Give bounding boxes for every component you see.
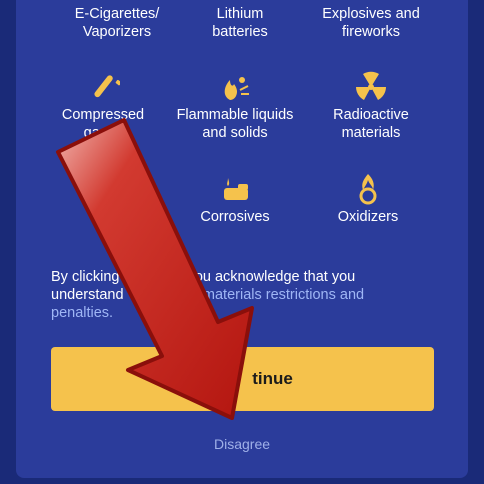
category-label: P bbox=[90, 209, 100, 225]
notice-part3: understand bbox=[51, 287, 124, 303]
notice-part2: you acknowledge that you bbox=[187, 269, 356, 285]
category-compressed-gases: Compressed gases bbox=[28, 70, 178, 142]
category-radioactive: Radioactive materials bbox=[296, 70, 446, 142]
category-label: Explosives and fireworks bbox=[322, 6, 420, 40]
radiation-icon bbox=[354, 70, 388, 104]
category-flammable: Flammable liquids and solids bbox=[160, 70, 310, 142]
category-label: Oxidizers bbox=[337, 209, 399, 225]
continue-label: tinue bbox=[252, 369, 293, 388]
category-corrosives: Corrosives bbox=[160, 172, 310, 226]
disagree-label: Disagree bbox=[213, 436, 271, 452]
continue-button[interactable]: tinue bbox=[51, 347, 434, 411]
corrosive-hand-icon bbox=[218, 172, 252, 206]
category-label: Corrosives bbox=[200, 209, 270, 225]
notice-part1: By clicking bbox=[51, 269, 120, 285]
category-explosives: Explosives and fireworks bbox=[296, 5, 446, 41]
oxidizer-icon bbox=[351, 172, 385, 206]
category-poisons: P bbox=[20, 172, 170, 226]
category-label: Flammable liquids and solids bbox=[176, 107, 294, 141]
acknowledgement-text: By clicking you acknowledge that you und… bbox=[51, 268, 411, 322]
poison-icon bbox=[78, 172, 112, 206]
disagree-link[interactable]: Disagree bbox=[0, 436, 484, 452]
category-label: Radioactive materials bbox=[333, 107, 409, 141]
category-label: Compressed gases bbox=[61, 107, 145, 141]
category-oxidizers: Oxidizers bbox=[293, 172, 443, 226]
category-label: Lithium batteries bbox=[212, 6, 268, 40]
category-lithium-batteries: Lithium batteries bbox=[165, 5, 315, 41]
gas-cylinder-icon bbox=[86, 70, 122, 104]
flame-icon bbox=[218, 70, 252, 104]
